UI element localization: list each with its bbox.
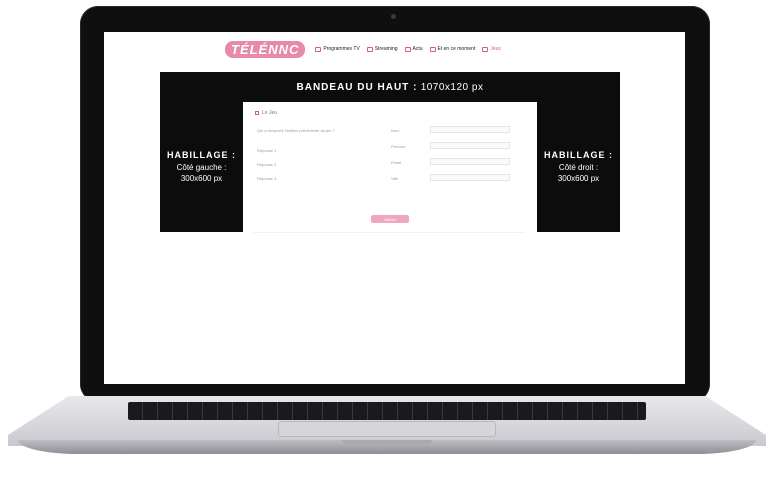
ad-banner-top[interactable]: BANDEAU DU HAUT : 1070x120 px [160, 72, 620, 102]
play-icon [366, 46, 373, 52]
email-field[interactable] [430, 158, 510, 165]
section-title: Le Jeu [255, 110, 277, 116]
logo-text-right: NNC [268, 41, 300, 57]
field-label-email: Email [391, 160, 402, 165]
answer-option-1[interactable]: Réponse 1 [257, 148, 276, 153]
divider [253, 232, 525, 233]
question-text: Qui a remporté l'édition précédente du j… [257, 128, 335, 133]
game-form: Le Jeu Qui a remporté l'édition précéden… [245, 102, 535, 252]
nav-item-label: Jeux [490, 46, 501, 52]
banner-size: 1070x120 px [420, 81, 484, 93]
nav-item-actu[interactable]: Actu [404, 46, 423, 52]
skin-right-title: HABILLAGE : [544, 150, 613, 160]
laptop-lid: TÉLÉNNC Programmes TV Streaming Actu Et [80, 6, 710, 402]
ville-field[interactable] [430, 174, 510, 181]
skin-left-side: Côté gauche : [176, 163, 227, 172]
main-nav: Programmes TV Streaming Actu Et en ce mo… [315, 46, 501, 52]
gamepad-icon [482, 46, 489, 52]
nom-field[interactable] [430, 126, 510, 133]
section-title-text: Le Jeu [262, 110, 278, 116]
nav-item-label: Actu [412, 46, 423, 52]
site-header: TÉLÉNNC Programmes TV Streaming Actu Et [225, 38, 573, 60]
field-label-nom: Nom [391, 128, 400, 133]
nav-item-label: Streaming [374, 46, 398, 52]
news-icon [404, 46, 411, 52]
submit-button[interactable]: Valider [371, 215, 409, 223]
webcam-icon [391, 14, 396, 19]
banner-title: BANDEAU DU HAUT : [296, 81, 418, 93]
logo-text-left: TÉLÉ [231, 41, 269, 57]
field-label-ville: Ville [391, 176, 399, 181]
lid-notch [342, 440, 432, 444]
field-label-prenom: Prénom [391, 144, 406, 149]
answer-option-2[interactable]: Réponse 2 [257, 162, 276, 167]
nav-item-label: Et en ce moment [437, 46, 476, 52]
trackpad [278, 421, 496, 437]
nav-item-en-ce-moment[interactable]: Et en ce moment [429, 46, 476, 52]
nav-item-streaming[interactable]: Streaming [366, 46, 398, 52]
prenom-field[interactable] [430, 142, 510, 149]
skin-left-title: HABILLAGE : [167, 150, 236, 160]
nav-item-programmes[interactable]: Programmes TV [315, 46, 360, 52]
answer-option-3[interactable]: Réponse 3 [257, 176, 276, 181]
laptop-screen: TÉLÉNNC Programmes TV Streaming Actu Et [104, 32, 685, 384]
keyboard [128, 402, 646, 420]
tv-icon [315, 46, 322, 52]
ad-skin-left[interactable]: HABILLAGE : Côté gauche : 300x600 px [160, 102, 243, 232]
nav-item-jeux[interactable]: Jeux [482, 46, 501, 52]
gamepad-icon [255, 111, 259, 115]
ad-skin-right[interactable]: HABILLAGE : Côté droit : 300x600 px [537, 102, 620, 232]
nav-item-label: Programmes TV [323, 46, 360, 52]
skin-right-side: Côté droit : [558, 163, 599, 172]
skin-left-size: 300x600 px [180, 174, 223, 183]
calendar-icon [429, 46, 436, 52]
skin-right-size: 300x600 px [557, 174, 600, 183]
site-logo[interactable]: TÉLÉNNC [225, 40, 306, 58]
